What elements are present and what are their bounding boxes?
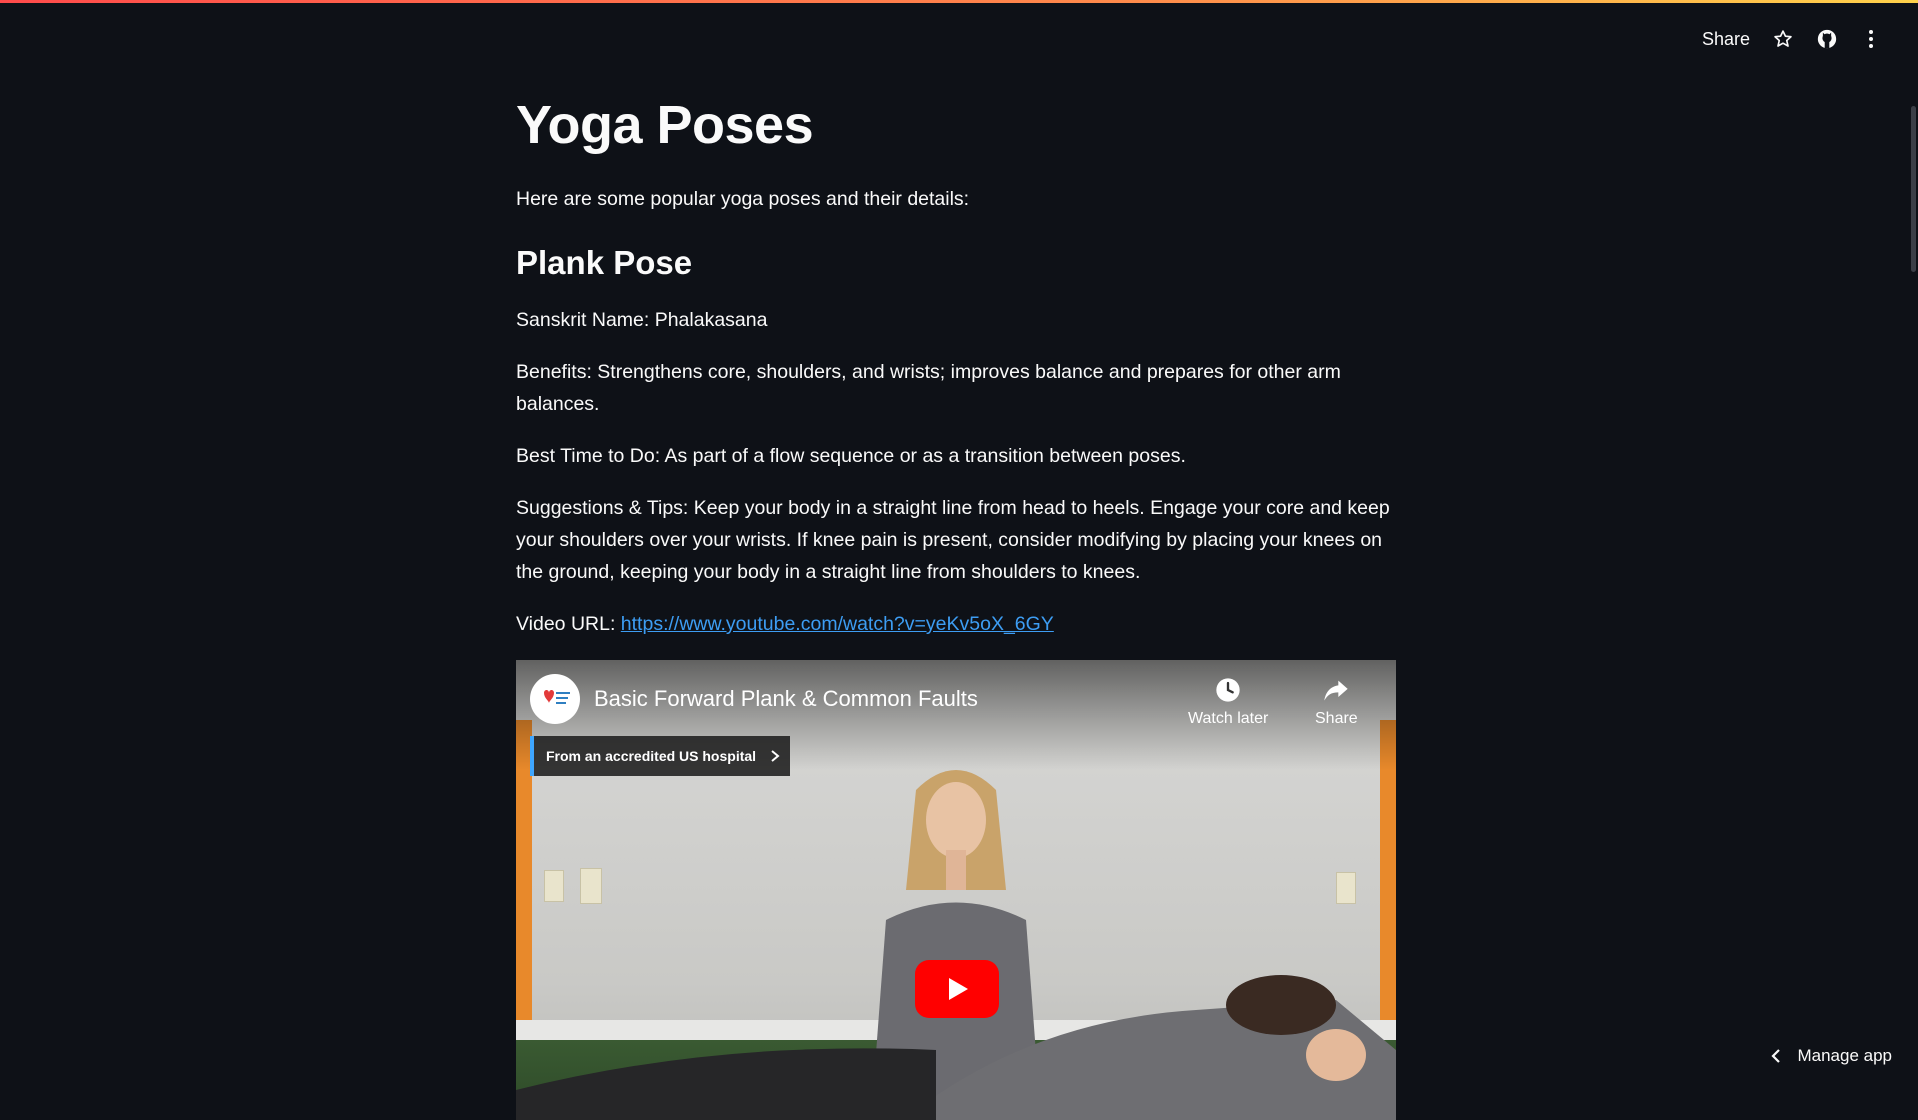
video-share-label: Share <box>1315 710 1358 728</box>
manage-app-label: Manage app <box>1797 1046 1892 1066</box>
video-scene-outlet <box>544 870 564 902</box>
video-scene-outlet <box>1336 872 1356 904</box>
video-url-link[interactable]: https://www.youtube.com/watch?v=yeKv5oX_… <box>621 613 1054 635</box>
benefits-text: Benefits: Strengthens core, shoulders, a… <box>516 356 1396 420</box>
video-title[interactable]: Basic Forward Plank & Common Faults <box>594 686 978 712</box>
video-share-button[interactable]: Share <box>1315 676 1358 728</box>
best-time-text: Best Time to Do: As part of a flow seque… <box>516 440 1396 472</box>
video-url-row: Video URL: https://www.youtube.com/watch… <box>516 608 1396 640</box>
main-content: Yoga Poses Here are some popular yoga po… <box>516 90 1396 1120</box>
tips-text: Suggestions & Tips: Keep your body in a … <box>516 492 1396 588</box>
chevron-left-icon <box>1771 1048 1781 1064</box>
pose-heading: Plank Pose <box>516 240 1396 286</box>
more-vertical-icon[interactable] <box>1860 28 1882 50</box>
share-arrow-icon <box>1322 676 1350 704</box>
app-toolbar: Share <box>1702 28 1882 50</box>
clock-icon <box>1214 676 1242 704</box>
scrollbar[interactable] <box>1911 106 1916 272</box>
watch-later-label: Watch later <box>1188 710 1268 728</box>
top-accent-bar <box>0 0 1918 3</box>
play-button[interactable] <box>915 960 999 1018</box>
video-url-label: Video URL: <box>516 613 621 635</box>
page-title: Yoga Poses <box>516 90 1396 160</box>
watch-later-button[interactable]: Watch later <box>1188 676 1268 728</box>
video-scene-outlet <box>580 868 602 904</box>
manage-app-button[interactable]: Manage app <box>1771 1046 1892 1066</box>
intro-text: Here are some popular yoga poses and the… <box>516 184 1396 214</box>
sanskrit-name: Sanskrit Name: Phalakasana <box>516 304 1396 336</box>
star-icon[interactable] <box>1772 28 1794 50</box>
video-embed[interactable]: Basic Forward Plank & Common Faults Watc… <box>516 660 1396 1120</box>
info-panel-text: From an accredited US hospital <box>546 748 756 764</box>
plank-legs <box>516 1020 936 1120</box>
chevron-right-icon <box>770 749 780 763</box>
info-panel-banner[interactable]: From an accredited US hospital <box>530 736 790 776</box>
share-button[interactable]: Share <box>1702 29 1750 50</box>
github-icon[interactable] <box>1816 28 1838 50</box>
channel-avatar[interactable] <box>530 674 580 724</box>
play-icon <box>943 975 971 1003</box>
